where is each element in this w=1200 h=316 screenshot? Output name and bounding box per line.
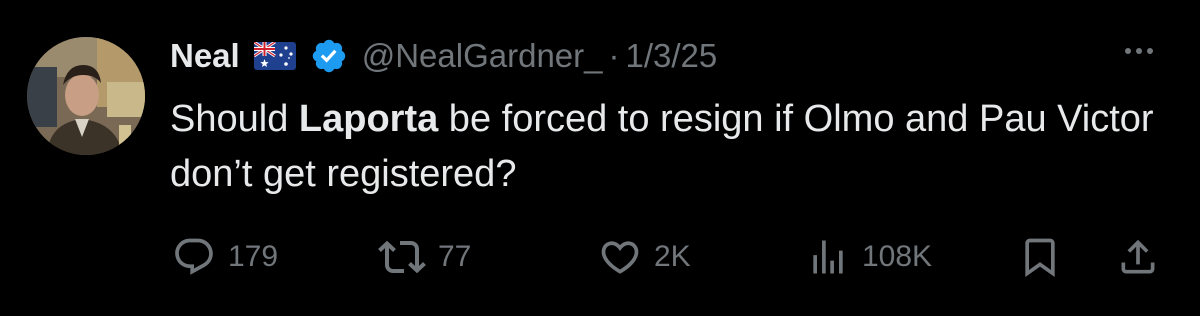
- action-bar: 179 77 2K 108K: [0, 230, 1200, 284]
- tweet-header: Neal @NealGardner_ · 1/3/25: [170, 30, 717, 82]
- share-icon: [1116, 235, 1160, 279]
- bookmark-button[interactable]: [1018, 230, 1062, 284]
- reply-button[interactable]: 179: [172, 230, 278, 284]
- like-button[interactable]: 2K: [598, 230, 691, 284]
- author-handle[interactable]: @NealGardner_: [362, 37, 603, 75]
- repost-count: 77: [438, 240, 472, 273]
- bookmark-icon: [1018, 235, 1062, 279]
- tweet-text-part: Should: [170, 98, 299, 140]
- avatar[interactable]: [27, 37, 145, 155]
- separator-dot: ·: [608, 37, 620, 74]
- australia-flag-icon: [253, 42, 296, 70]
- like-count: 2K: [654, 240, 691, 273]
- views-count: 108K: [862, 240, 933, 273]
- reply-icon: [172, 235, 216, 279]
- verified-badge-icon[interactable]: [310, 37, 348, 75]
- author-name[interactable]: Neal: [170, 37, 240, 75]
- share-button[interactable]: [1116, 230, 1160, 284]
- reply-count: 179: [228, 240, 279, 273]
- views-button[interactable]: 108K: [806, 230, 932, 284]
- tweet-text-bold: Laporta: [298, 98, 439, 140]
- more-icon[interactable]: [1125, 48, 1153, 54]
- repost-icon: [378, 233, 426, 281]
- heart-icon: [598, 235, 642, 279]
- tweet-text: Should Laporta be forced to resign if Ol…: [170, 92, 1180, 202]
- repost-button[interactable]: 77: [378, 230, 471, 284]
- views-chart-icon: [806, 235, 850, 279]
- tweet-date[interactable]: 1/3/25: [626, 37, 718, 75]
